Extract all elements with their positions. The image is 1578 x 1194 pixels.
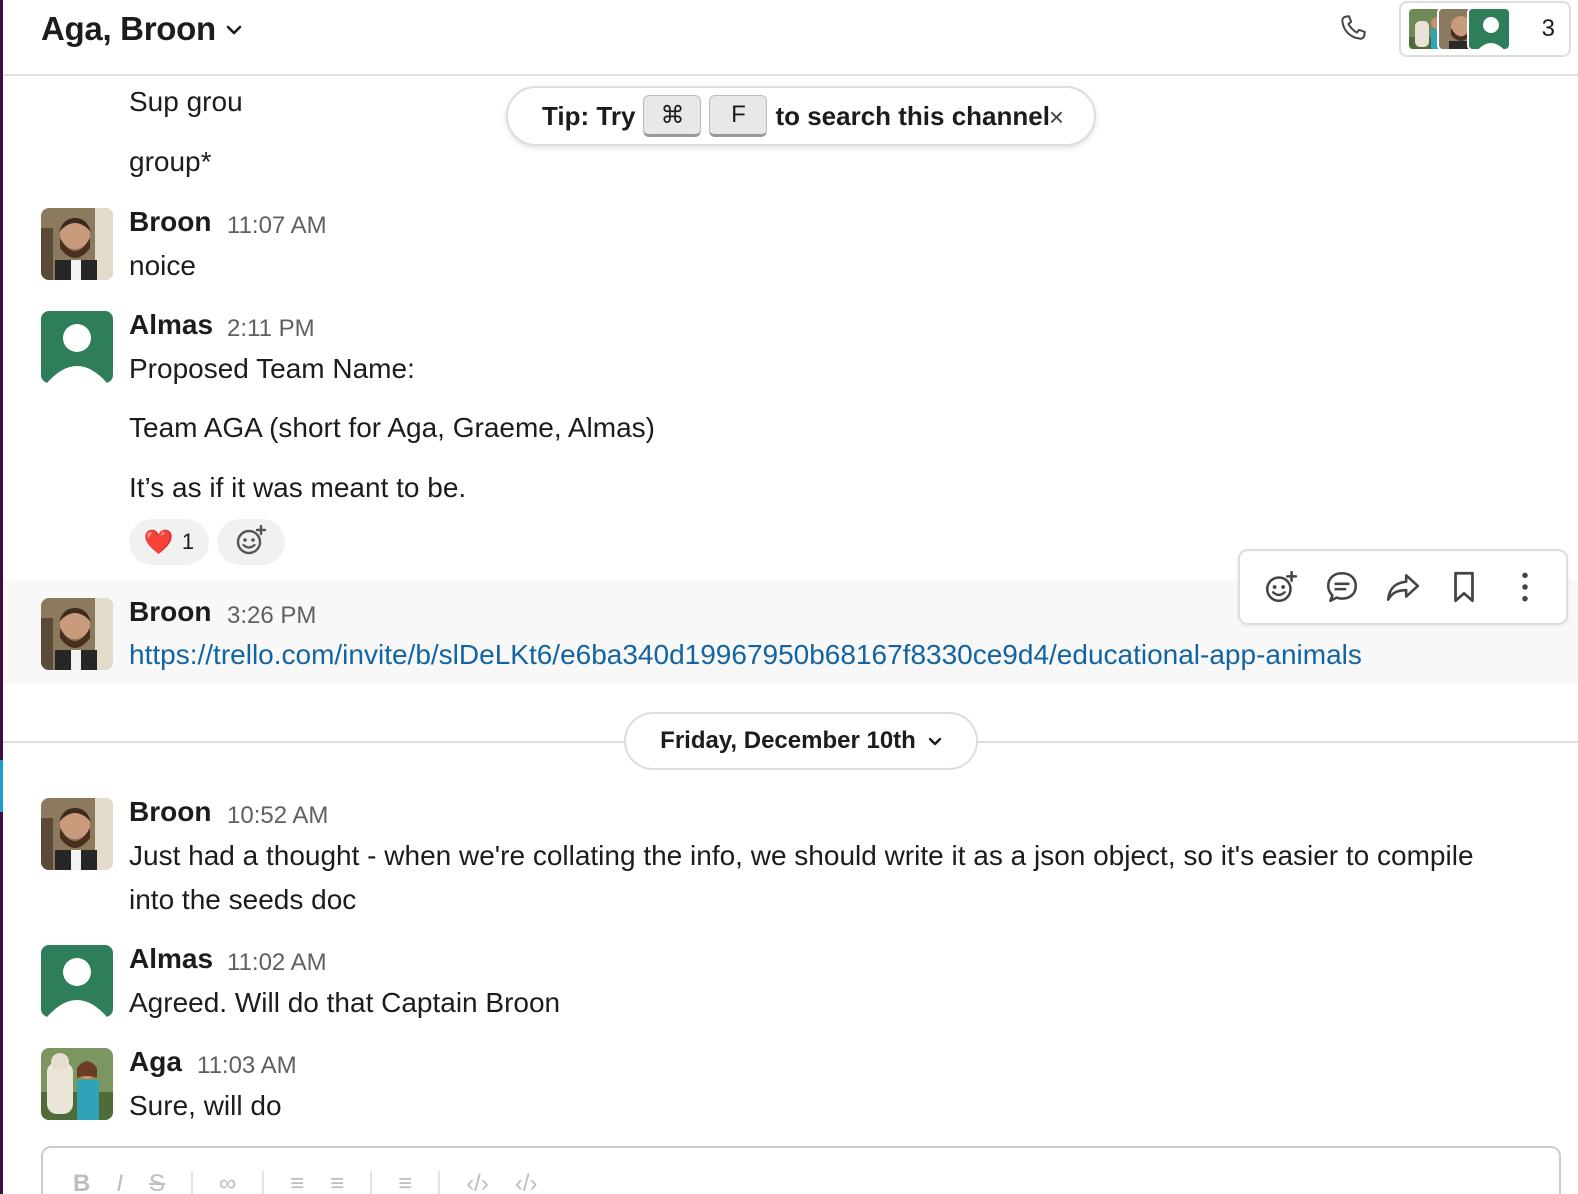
message-text: Team AGA (short for Aga, Graeme, Almas) xyxy=(129,412,655,443)
message-text: Proposed Team Name: xyxy=(129,353,415,384)
toolbar-separator xyxy=(191,1171,194,1194)
avatar-broon[interactable] xyxy=(41,598,113,670)
channel-title: Aga, Broon xyxy=(41,10,216,47)
add-reaction-button[interactable] xyxy=(217,519,285,565)
tip-prefix: Tip: Try xyxy=(542,100,636,131)
blockquote-icon[interactable]: ≡ xyxy=(398,1170,412,1194)
avatar-almas[interactable] xyxy=(41,311,113,383)
message-text: group* xyxy=(129,146,212,177)
add-reaction-icon xyxy=(234,523,268,562)
phone-icon[interactable] xyxy=(1335,10,1371,46)
timestamp[interactable]: 10:52 AM xyxy=(227,802,328,830)
timestamp[interactable]: 11:07 AM xyxy=(227,212,327,240)
share-icon[interactable] xyxy=(1380,564,1426,610)
avatar-aga[interactable] xyxy=(41,1048,113,1120)
chevron-down-icon xyxy=(226,22,242,40)
more-actions-icon[interactable] xyxy=(1502,564,1548,610)
author-name[interactable]: Broon xyxy=(129,796,211,828)
avatar-almas[interactable] xyxy=(41,945,113,1017)
message-text: Agreed. Will do that Captain Broon xyxy=(129,987,561,1018)
search-tip-banner: Tip: Try ⌘ F to search this channel × xyxy=(506,86,1096,146)
date-divider-button[interactable]: Friday, December 10th xyxy=(624,712,978,770)
message-list: Sup grou group* Broon 11:07 AM noice Alm… xyxy=(3,78,1578,1194)
code-block-icon[interactable]: ‹/› xyxy=(515,1170,538,1194)
toolbar-separator xyxy=(438,1171,441,1194)
timestamp[interactable]: 11:02 AM xyxy=(227,949,327,977)
bold-icon[interactable]: B xyxy=(73,1170,90,1194)
author-name[interactable]: Almas xyxy=(129,943,213,975)
bookmark-icon[interactable] xyxy=(1441,564,1487,610)
reaction-count: 1 xyxy=(181,529,195,554)
member-count: 3 xyxy=(1541,15,1555,42)
message-actions-toolbar xyxy=(1238,549,1568,625)
ordered-list-icon[interactable]: ≡ xyxy=(290,1170,304,1194)
code-icon[interactable]: ‹/› xyxy=(466,1170,489,1194)
command-key: ⌘ xyxy=(643,95,702,137)
timestamp[interactable]: 3:26 PM xyxy=(227,602,316,630)
close-icon[interactable]: × xyxy=(1049,102,1064,133)
f-key: F xyxy=(709,95,768,137)
channel-header: Aga, Broon 3 xyxy=(3,0,1578,76)
message-composer[interactable]: B I S ∞ ≡ ≡ ≡ ‹/› ‹/› xyxy=(41,1146,1561,1194)
date-label: Friday, December 10th xyxy=(660,727,916,754)
timestamp[interactable]: 2:11 PM xyxy=(227,315,315,343)
message-text: into the seeds doc xyxy=(129,884,357,915)
author-name[interactable]: Broon xyxy=(129,596,211,628)
add-reaction-icon[interactable] xyxy=(1258,564,1304,610)
reply-thread-icon[interactable] xyxy=(1319,564,1365,610)
formatting-toolbar: B I S ∞ ≡ ≡ ≡ ‹/› ‹/› xyxy=(73,1170,538,1194)
avatar-broon[interactable] xyxy=(41,208,113,280)
tip-suffix: to search this channel xyxy=(775,100,1050,131)
channel-title-button[interactable]: Aga, Broon xyxy=(41,10,242,48)
bulleted-list-icon[interactable]: ≡ xyxy=(330,1170,344,1194)
member-avatar-almas xyxy=(1467,7,1511,51)
author-name[interactable]: Aga xyxy=(129,1046,182,1078)
chevron-down-icon xyxy=(928,733,942,751)
italic-icon[interactable]: I xyxy=(116,1170,123,1194)
strikethrough-icon[interactable]: S xyxy=(149,1170,165,1194)
reaction-heart[interactable]: ❤️ 1 xyxy=(129,519,209,565)
message-text: Sup grou xyxy=(129,86,243,117)
message-text: Sure, will do xyxy=(129,1090,282,1121)
author-name[interactable]: Almas xyxy=(129,309,213,341)
toolbar-separator xyxy=(262,1171,265,1194)
heart-emoji: ❤️ xyxy=(143,528,174,556)
members-button[interactable]: 3 xyxy=(1399,1,1571,57)
message-text: Just had a thought - when we're collatin… xyxy=(129,840,1474,871)
message-text: It’s as if it was meant to be. xyxy=(129,472,467,503)
author-name[interactable]: Broon xyxy=(129,206,211,238)
message-link[interactable]: https://trello.com/invite/b/slDeLKt6/e6b… xyxy=(129,639,1362,671)
message-text: noice xyxy=(129,250,196,281)
avatar-broon[interactable] xyxy=(41,798,113,870)
timestamp[interactable]: 11:03 AM xyxy=(197,1052,297,1080)
link-icon[interactable]: ∞ xyxy=(219,1170,236,1194)
toolbar-separator xyxy=(370,1171,373,1194)
